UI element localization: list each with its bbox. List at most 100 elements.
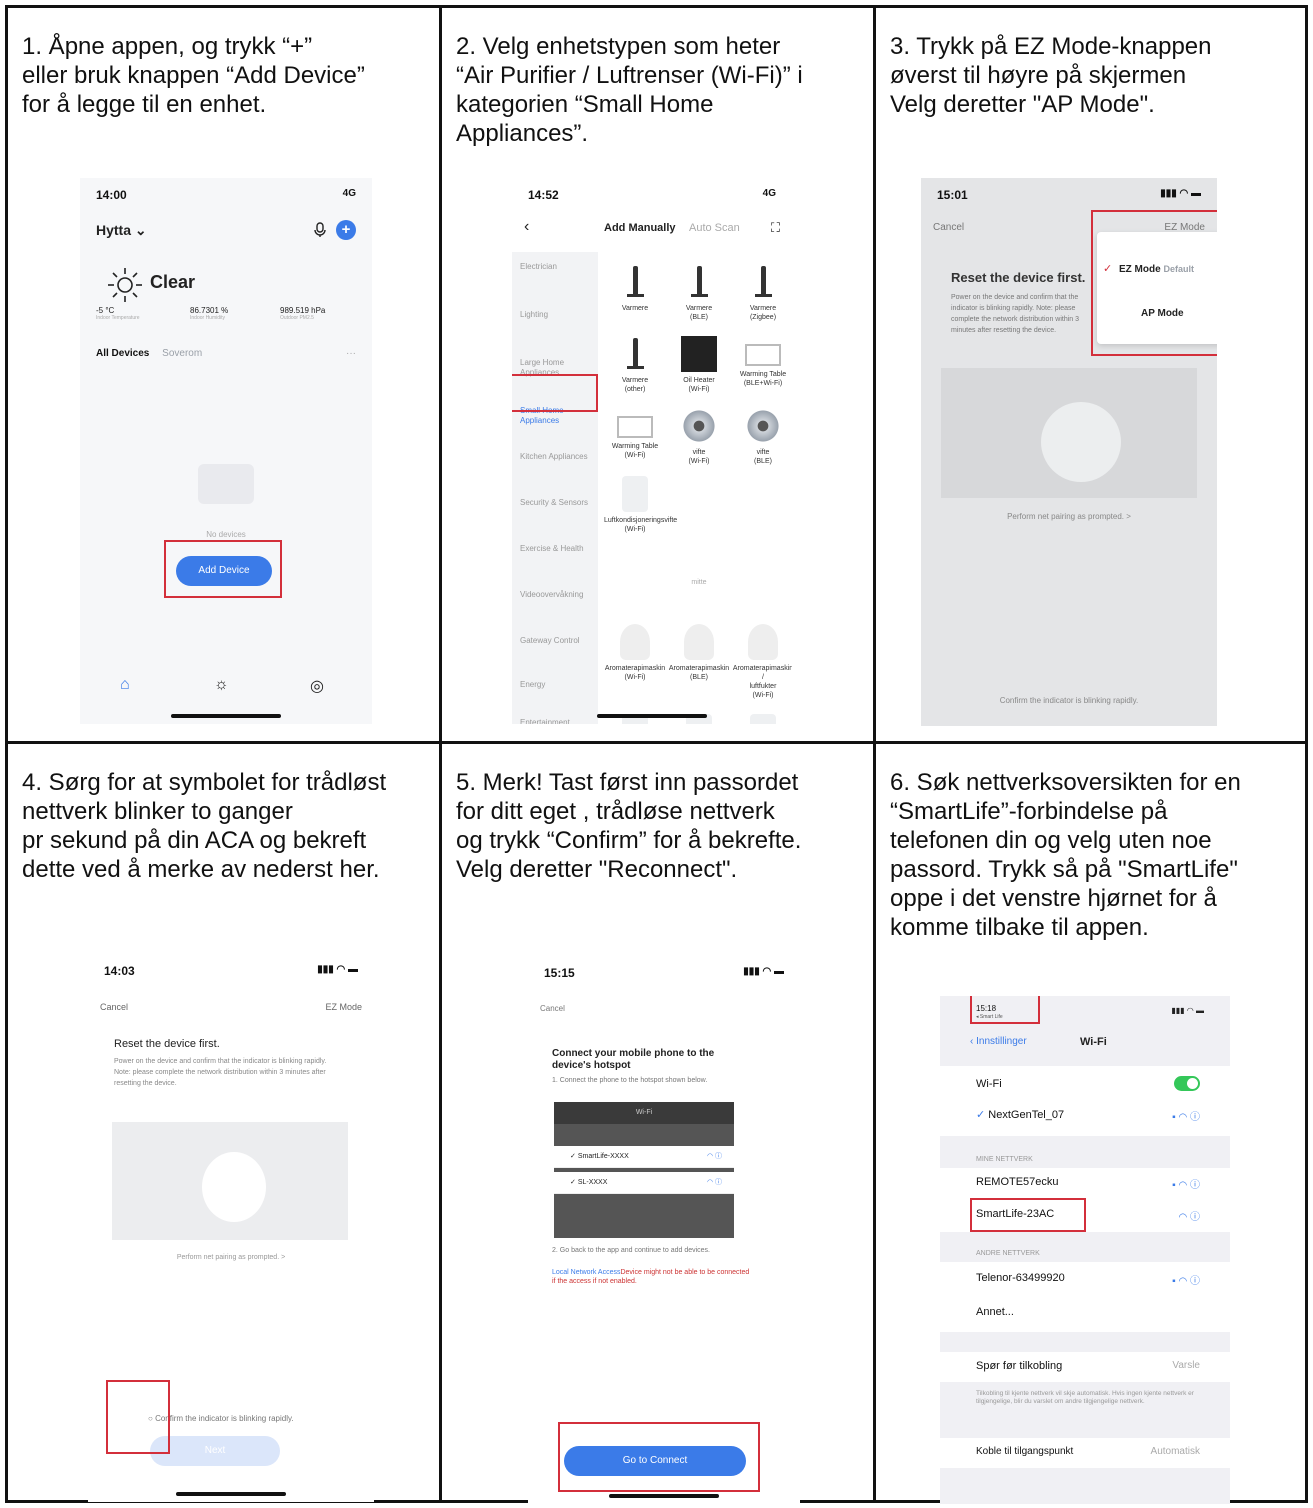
device-type-label: Warming Table (Wi-Fi)	[611, 443, 659, 459]
more-icon[interactable]: ···	[346, 348, 356, 359]
device-type-item[interactable]: Warming Table (Wi-Fi)	[604, 408, 666, 460]
home-selector[interactable]: Hytta ⌄	[96, 222, 147, 239]
status-signal: ▮▮▮ ◠ ▬	[317, 964, 358, 975]
device-type-label: Varmere (other)	[621, 377, 649, 393]
heater-icon	[745, 264, 781, 300]
device-type-item[interactable]: Varmere (other)	[604, 336, 666, 394]
scan-icon[interactable]: ⛶	[771, 220, 780, 236]
confirm-blinking-label[interactable]: Confirm the indicator is blinking rapidl…	[921, 696, 1217, 705]
perform-pairing-link[interactable]: Perform net pairing as prompted. >	[921, 512, 1217, 521]
tab-all-devices[interactable]: All Devices	[96, 348, 149, 359]
stat-pressure: 989.519 hPa Outdoor PM2.5	[280, 306, 326, 321]
cancel-button[interactable]: Cancel	[540, 1004, 565, 1013]
heater-icon	[617, 336, 653, 372]
category-sidebar: Electrician Lighting Large Home Appliances…	[512, 252, 598, 724]
weather-label: Clear	[150, 272, 196, 292]
me-tab-icon[interactable]: ◎	[310, 676, 324, 696]
smart-tab-icon[interactable]: ☼	[214, 676, 229, 694]
status-signal: ▮▮▮ ◠ ▬	[743, 966, 784, 977]
network-info-icon[interactable]: ▪ ◠ ⓘ	[1172, 1272, 1200, 1287]
device-illustration	[941, 368, 1197, 498]
device-type-item[interactable]: Varmere (Zigbee)	[732, 264, 792, 322]
fan-icon	[745, 408, 781, 444]
add-icon[interactable]: +	[336, 220, 356, 240]
screen-mode-select: 15:01 ▮▮▮ ◠ ▬ Cancel EZ Mode Reset the d…	[921, 178, 1217, 726]
screen-add-manually: 14:52 4G ‹ Add Manually Auto Scan ⛶ Elec…	[512, 178, 792, 724]
device-type-label: Aromaterapimaskin / luftfukter (Wi-Fi)	[732, 665, 792, 699]
device-type-label: Varmere (Zigbee)	[749, 305, 777, 321]
category-item[interactable]: Security & Sensors	[520, 498, 594, 508]
category-item[interactable]: Exercise & Health	[520, 544, 594, 554]
category-item[interactable]: Electrician	[520, 262, 594, 272]
screen-home: 14:00 4G Hytta ⌄ + Clear -5 °C Indoor Tem…	[80, 178, 372, 724]
auto-hotspot-label[interactable]: Koble til tilgangspunkt	[976, 1446, 1073, 1457]
network-info-icon[interactable]: ▪ ◠ ⓘ	[1172, 1108, 1200, 1123]
microphone-icon[interactable]	[314, 222, 326, 238]
status-time: 14:00	[96, 188, 127, 202]
device-type-item[interactable]: Aromaterapimaskin (BLE)	[668, 624, 730, 682]
network-telenor[interactable]: Telenor-63499920	[976, 1272, 1065, 1284]
cancel-button[interactable]: Cancel	[933, 222, 964, 233]
device-type-item[interactable]: vifte (Wi-Fi)	[668, 408, 730, 466]
category-item[interactable]: Gateway Control	[520, 636, 594, 646]
tab-add-manually[interactable]: Add Manually	[604, 222, 676, 234]
current-network[interactable]: ✓ NextGenTel_07	[976, 1108, 1064, 1121]
aroma-icon	[620, 624, 650, 660]
device-illustration	[112, 1122, 348, 1240]
ask-to-join-label[interactable]: Spør før tilkobling	[976, 1360, 1062, 1372]
cancel-button[interactable]: Cancel	[100, 1002, 128, 1012]
device-type-item[interactable]: Varmere (BLE)	[668, 264, 730, 322]
screen-wifi-settings: 15:18 ◂ Smart Life ▮▮▮ ◠ ▬ ‹ Innstilling…	[940, 996, 1230, 1504]
auto-hotspot-value: Automatisk	[1150, 1446, 1200, 1457]
aroma-icon	[684, 624, 714, 660]
network-info-icon[interactable]: ▪ ◠ ⓘ	[1172, 1176, 1200, 1191]
device-type-label: Luftkondisjoneringsvifte (Wi-Fi)	[604, 517, 678, 533]
ez-mode-button[interactable]: EZ Mode	[325, 1002, 362, 1012]
device-type-label: Varmere (BLE)	[685, 305, 713, 321]
home-indicator	[171, 714, 281, 718]
tab-auto-scan[interactable]: Auto Scan	[689, 222, 740, 234]
device-type-label: vifte (BLE)	[754, 449, 772, 465]
highlight-confirm-checkbox	[106, 1380, 170, 1454]
device-type-item[interactable]: Aromaterapimaskin (Wi-Fi)	[604, 624, 666, 682]
settings-back-link[interactable]: ‹ Innstillinger	[970, 1036, 1027, 1047]
other-network-item[interactable]: Annet...	[976, 1306, 1014, 1318]
device-type-item[interactable]: Aromaterapimaskin / luftfukter (Wi-Fi)	[732, 624, 792, 700]
tab-soverom[interactable]: Soverom	[162, 348, 202, 359]
status-time: 15:15	[544, 966, 575, 980]
device-type-item[interactable]: Oil Heater (Wi-Fi)	[668, 336, 730, 394]
category-item[interactable]: Energy	[520, 680, 594, 690]
category-item[interactable]: Kitchen Appliances	[520, 452, 594, 462]
device-type-item[interactable]: Warming Table (BLE+Wi-Fi)	[732, 336, 792, 388]
network-info-icon[interactable]: ◠ ⓘ	[1178, 1208, 1200, 1223]
stat-temp: -5 °C Indoor Temperature	[96, 306, 140, 321]
step-4-caption: 4. Sørg for at symbolet for trådløst net…	[22, 769, 387, 883]
network-remote[interactable]: REMOTE57ecku	[976, 1176, 1059, 1188]
home-indicator	[609, 1494, 719, 1498]
screen-reset-device: 14:03 ▮▮▮ ◠ ▬ Cancel EZ Mode Reset the d…	[88, 954, 374, 1502]
device-type-label: Oil Heater (Wi-Fi)	[683, 377, 715, 393]
status-time: 14:03	[104, 964, 135, 978]
wifi-toggle[interactable]	[1174, 1076, 1200, 1091]
table-icon	[617, 416, 653, 438]
category-item[interactable]: Videoovervåkning	[520, 590, 594, 600]
device-type-item[interactable]: Luftkondisjoneringsvifte (Wi-Fi)	[604, 476, 678, 534]
perform-pairing-link[interactable]: Perform net pairing as prompted. >	[88, 1254, 374, 1261]
home-indicator	[597, 714, 707, 718]
step-1-text: 1. Connect the phone to the hotspot show…	[552, 1077, 708, 1084]
reset-title: Reset the device first.	[114, 1038, 220, 1050]
device-type-item[interactable]: vifte (BLE)	[732, 408, 792, 466]
screen-connect-hotspot: 15:15 ▮▮▮ ◠ ▬ Cancel Connect your mobile…	[528, 956, 800, 1504]
status-time: 14:52	[528, 188, 559, 202]
placeholder-label: mitte	[691, 579, 707, 586]
highlight-back-to-smartlife	[970, 996, 1040, 1024]
device-type-item[interactable]: Varmere	[604, 264, 666, 313]
table-icon	[745, 344, 781, 366]
step-3-caption: 3. Trykk på EZ Mode-knappen øverst til h…	[890, 33, 1212, 118]
category-item[interactable]: Lighting	[520, 310, 594, 320]
back-icon[interactable]: ‹	[524, 218, 529, 236]
no-devices-label: No devices	[206, 530, 246, 539]
category-item[interactable]: Entertainment	[520, 718, 594, 724]
home-tab-icon[interactable]: ⌂	[120, 676, 130, 694]
device-type-item[interactable]: avfukter (Wi-Fi)	[732, 714, 792, 724]
